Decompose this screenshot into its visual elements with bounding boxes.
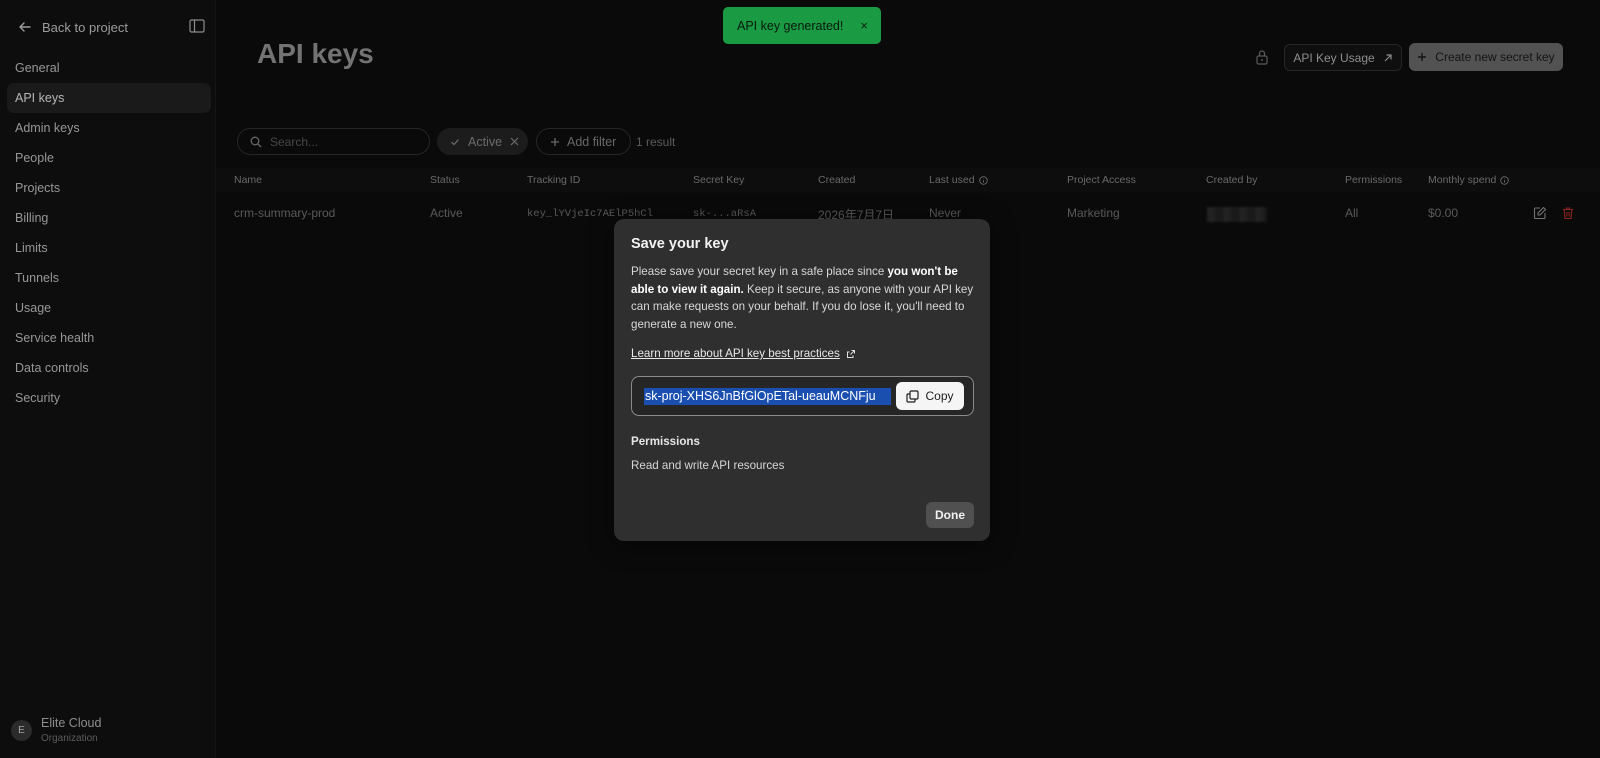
column-header-monthly-spend[interactable]: Monthly spend bbox=[1428, 174, 1510, 186]
column-header-tracking-id[interactable]: Tracking ID bbox=[527, 174, 580, 186]
column-header-last-used[interactable]: Last used bbox=[929, 174, 988, 186]
cell-status: Active bbox=[430, 206, 463, 220]
search-icon bbox=[250, 136, 262, 147]
permissions-heading: Permissions bbox=[631, 435, 700, 448]
sidebar-item-usage[interactable]: Usage bbox=[7, 293, 211, 323]
info-icon[interactable] bbox=[978, 175, 988, 185]
dialog-title: Save your key bbox=[631, 236, 729, 252]
result-count: 1 result bbox=[636, 135, 676, 149]
info-icon[interactable] bbox=[1500, 175, 1510, 185]
sidebar-item-projects[interactable]: Projects bbox=[7, 173, 211, 203]
sidebar-item-label: Tunnels bbox=[15, 271, 60, 285]
create-secret-key-button[interactable]: Create new secret key bbox=[1409, 43, 1563, 71]
done-button[interactable]: Done bbox=[926, 502, 974, 528]
column-header-secret-key[interactable]: Secret Key bbox=[693, 174, 744, 186]
sidebar-item-billing[interactable]: Billing bbox=[7, 203, 211, 233]
sidebar-item-label: Service health bbox=[15, 331, 95, 345]
cell-created-by-redacted bbox=[1207, 207, 1267, 222]
description-text: Please save your secret key in a safe pl… bbox=[631, 265, 888, 278]
external-link-icon bbox=[846, 349, 855, 358]
cell-monthly-spend: $0.00 bbox=[1428, 206, 1459, 220]
toast-message: API key generated! bbox=[737, 18, 844, 33]
cell-permissions: All bbox=[1345, 206, 1359, 220]
save-key-dialog: Save your key Please save your secret ke… bbox=[614, 219, 990, 541]
copy-label: Copy bbox=[925, 389, 954, 403]
sidebar-item-label: Billing bbox=[15, 211, 49, 225]
edit-icon[interactable] bbox=[1533, 206, 1547, 220]
copy-button[interactable]: Copy bbox=[896, 382, 964, 410]
sidebar-item-people[interactable]: People bbox=[7, 143, 211, 173]
copy-icon bbox=[906, 389, 920, 403]
org-type: Organization bbox=[41, 733, 98, 744]
sidebar-item-general[interactable]: General bbox=[7, 53, 211, 83]
search-box bbox=[237, 128, 430, 155]
sidebar-item-api-keys[interactable]: API keys bbox=[7, 83, 211, 113]
plus-icon bbox=[551, 137, 559, 146]
usage-button-label: API Key Usage bbox=[1293, 50, 1375, 65]
sidebar-item-label: Usage bbox=[15, 301, 52, 315]
back-label: Back to project bbox=[42, 19, 128, 35]
link-label: Learn more about API key best practices bbox=[631, 347, 840, 360]
best-practices-link[interactable]: Learn more about API key best practices bbox=[631, 347, 856, 360]
page-title: API keys bbox=[257, 38, 374, 69]
create-button-label: Create new secret key bbox=[1435, 50, 1555, 64]
sidebar-toggle-icon[interactable] bbox=[189, 19, 205, 33]
sidebar-item-tunnels[interactable]: Tunnels bbox=[7, 263, 211, 293]
sidebar-item-label: Security bbox=[15, 391, 61, 405]
toast-close-icon[interactable]: × bbox=[860, 18, 868, 33]
dialog-description: Please save your secret key in a safe pl… bbox=[631, 263, 976, 333]
lock-icon[interactable] bbox=[1255, 49, 1269, 65]
column-header-status[interactable]: Status bbox=[430, 174, 460, 186]
search-input[interactable] bbox=[270, 134, 410, 149]
sidebar-nav: General API keys Admin keys People Proje… bbox=[7, 53, 211, 413]
org-name: Elite Cloud bbox=[41, 716, 102, 730]
add-filter-label: Add filter bbox=[567, 134, 617, 149]
sidebar-item-data-controls[interactable]: Data controls bbox=[7, 353, 211, 383]
org-avatar: E bbox=[11, 719, 32, 741]
secret-key-field[interactable]: sk-proj-XHS6JnBfGlOpETal-ueauMCNFju Copy bbox=[631, 376, 974, 416]
sidebar: Back to project General API keys Admin k… bbox=[0, 0, 216, 758]
sidebar-item-security[interactable]: Security bbox=[7, 383, 211, 413]
close-icon[interactable] bbox=[510, 137, 519, 146]
sidebar-item-label: Data controls bbox=[15, 361, 89, 375]
organization-switcher[interactable]: E Elite Cloud Organization bbox=[11, 716, 101, 744]
sidebar-item-label: Projects bbox=[15, 181, 61, 195]
arrow-left-icon bbox=[19, 22, 31, 32]
cell-project-access: Marketing bbox=[1067, 206, 1120, 220]
sidebar-item-label: General bbox=[15, 61, 60, 75]
back-to-project-link[interactable]: Back to project bbox=[18, 17, 128, 37]
sidebar-item-admin-keys[interactable]: Admin keys bbox=[7, 113, 211, 143]
permissions-value: Read and write API resources bbox=[631, 459, 785, 472]
check-icon bbox=[451, 138, 459, 145]
sidebar-item-service-health[interactable]: Service health bbox=[7, 323, 211, 353]
cell-name: crm-summary-prod bbox=[234, 206, 336, 220]
sidebar-item-label: Admin keys bbox=[15, 121, 80, 135]
plus-icon bbox=[1418, 53, 1427, 61]
sidebar-item-limits[interactable]: Limits bbox=[7, 233, 211, 263]
column-header-project-access[interactable]: Project Access bbox=[1067, 174, 1136, 186]
cell-last-used: Never bbox=[929, 206, 962, 220]
column-header-permissions[interactable]: Permissions bbox=[1345, 174, 1402, 186]
sidebar-item-label: Limits bbox=[15, 241, 48, 255]
trash-icon[interactable] bbox=[1561, 206, 1575, 220]
column-header-created[interactable]: Created bbox=[818, 174, 855, 186]
active-chip-label: Active bbox=[468, 134, 503, 149]
external-arrow-icon bbox=[1384, 53, 1392, 61]
column-header-created-by[interactable]: Created by bbox=[1206, 174, 1257, 186]
column-header-name[interactable]: Name bbox=[234, 174, 262, 186]
sidebar-item-label: People bbox=[15, 151, 54, 165]
add-filter-button[interactable]: Add filter bbox=[536, 128, 631, 155]
success-toast: API key generated! × bbox=[723, 7, 881, 44]
api-key-usage-button[interactable]: API Key Usage bbox=[1284, 44, 1402, 71]
sidebar-item-label: API keys bbox=[15, 91, 65, 105]
active-filter-chip[interactable]: Active bbox=[437, 128, 528, 155]
secret-key-value[interactable]: sk-proj-XHS6JnBfGlOpETal-ueauMCNFju bbox=[644, 388, 891, 405]
